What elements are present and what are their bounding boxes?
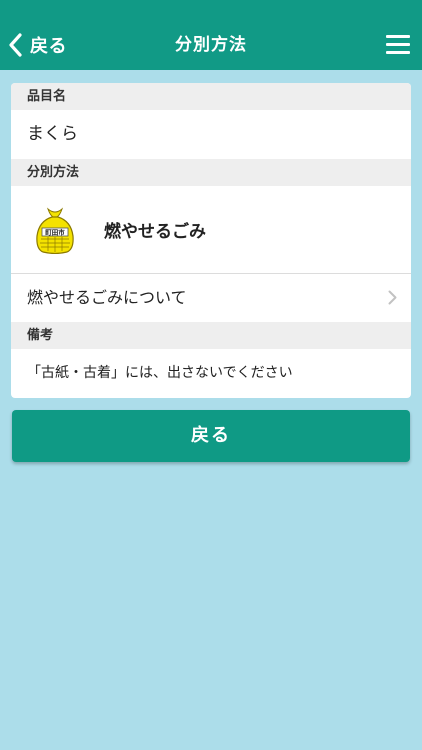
back-button[interactable]: 戻る	[12, 410, 410, 462]
about-method-link[interactable]: 燃やせるごみについて	[11, 274, 411, 321]
item-name-header: 品目名	[11, 83, 411, 110]
notes-text: 「古紙・古着」には、出さないでください	[27, 365, 293, 381]
yellow-garbage-bag-icon: 町田市	[36, 206, 74, 254]
method-header: 分別方法	[11, 159, 411, 186]
about-method-label: 燃やせるごみについて	[27, 288, 187, 307]
chevron-right-icon	[388, 290, 397, 305]
notes-header: 備考	[11, 322, 411, 349]
method-label: 燃やせるごみ	[104, 222, 206, 242]
detail-card: 品目名 まくら 分別方法 町田市 燃やせるごみ 燃やせるごみについて 備考 「古…	[11, 83, 411, 398]
app-header: 戻る 分別方法	[0, 0, 422, 70]
bag-label-text: 町田市	[45, 227, 65, 236]
item-name-value: まくら	[27, 124, 78, 144]
hamburger-menu-icon[interactable]	[386, 35, 410, 55]
page-title: 分別方法	[175, 35, 247, 55]
method-row: 町田市 燃やせるごみ	[11, 186, 411, 273]
